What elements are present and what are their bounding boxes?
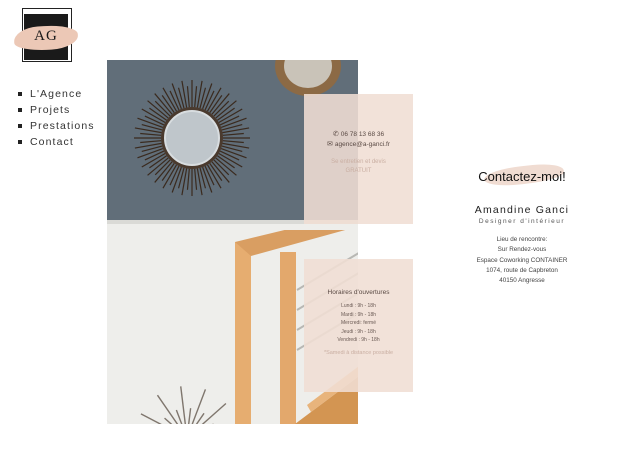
address-line: Espace Coworking CONTAINER — [476, 256, 568, 264]
logo-letters: AG — [34, 28, 58, 44]
phone-number: 06 78 13 68 36 — [340, 131, 385, 138]
nav-item-label: Contact — [30, 136, 74, 148]
nav-item-agence[interactable]: L'Agence — [18, 86, 95, 102]
address-block: Lieu de rencontre: Sur Rendez-vous Espac… — [458, 235, 586, 286]
sunburst-mirror-icon — [134, 80, 250, 196]
quote-line-2: GRATUIT — [345, 168, 372, 174]
email-icon: ✉ — [327, 141, 333, 148]
address-line: 40150 Angresse — [499, 277, 545, 285]
nav-item-label: L'Agence — [30, 88, 83, 100]
bullet-icon — [18, 140, 22, 144]
nav-item-label: Projets — [30, 104, 71, 116]
contact-info-card: ✆ 06 78 13 68 36 ✉ agence@a-ganci.fr Se … — [304, 94, 413, 224]
hours-row: Vendredi : 9h - 18h — [337, 337, 380, 343]
bullet-icon — [18, 124, 22, 128]
hours-row: Lundi : 9h - 18h — [341, 303, 376, 309]
address-line: Sur Rendez-vous — [497, 246, 547, 254]
main-nav: L'Agence Projets Prestations Contact — [18, 86, 95, 150]
nav-item-prestations[interactable]: Prestations — [18, 118, 95, 134]
email-line[interactable]: ✉ agence@a-ganci.fr — [304, 140, 413, 150]
nav-item-projets[interactable]: Projets — [18, 102, 95, 118]
hours-row: Mardi : 9h - 18h — [340, 311, 377, 318]
contact-panel: Contactez-moi! Amandine Ganci Designer d… — [458, 160, 586, 286]
bullet-icon — [18, 92, 22, 96]
opening-hours-card: Horaires d'ouvertures Lundi : 9h - 18h M… — [304, 259, 413, 392]
hours-title: Horaires d'ouvertures — [327, 289, 390, 296]
hours-note: *Samedi à distance possible — [323, 349, 394, 356]
phone-line[interactable]: ✆ 06 78 13 68 36 — [304, 130, 413, 140]
email-address: agence@a-ganci.fr — [334, 141, 390, 148]
designer-name: Amandine Ganci — [474, 204, 570, 216]
hours-row: Jeudi : 9h - 18h — [341, 328, 376, 335]
address-line: Lieu de rencontre: — [496, 236, 548, 243]
hours-row: Mercredi: fermé — [340, 320, 376, 326]
nav-item-label: Prestations — [30, 120, 95, 132]
nav-item-contact[interactable]: Contact — [18, 134, 95, 150]
phone-icon: ✆ — [332, 131, 339, 138]
quote-line-1: Se entretien et devis — [331, 159, 386, 165]
address-line: 1074, route de Capbreton — [486, 266, 558, 274]
contact-heading-wrap: Contactez-moi! — [458, 160, 586, 194]
designer-role: Designer d'intérieur — [478, 218, 566, 225]
contact-heading: Contactez-moi! — [478, 169, 566, 184]
logo[interactable]: AG — [13, 8, 79, 62]
bullet-icon — [18, 108, 22, 112]
